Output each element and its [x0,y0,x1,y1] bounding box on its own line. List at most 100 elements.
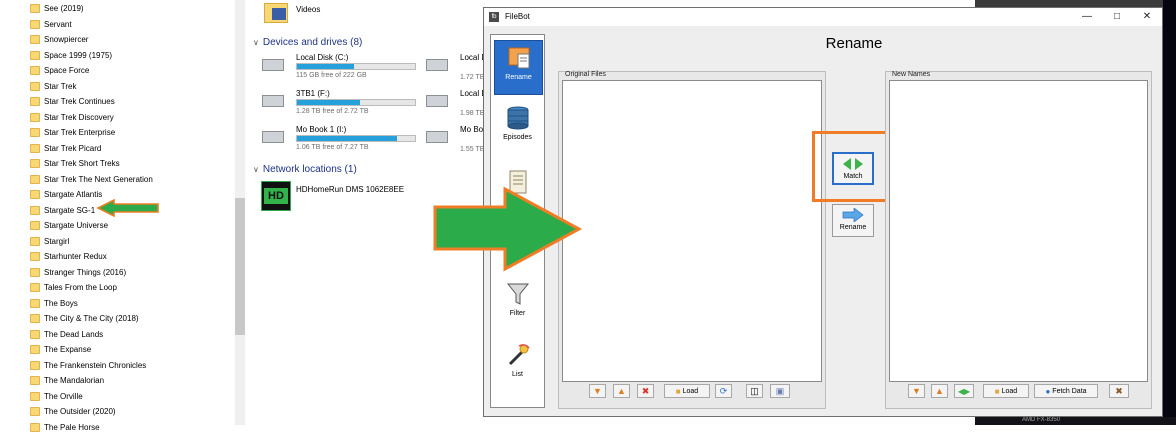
folder-list-item[interactable]: Star Trek Discovery [30,110,114,125]
move-up-button[interactable]: ▲ [931,384,948,398]
drive-item[interactable]: Local Disk (C:) 115 GB free of 222 GB [262,53,422,85]
desktop-background [975,0,1163,7]
database-icon [507,106,528,130]
folder-label: Starhunter Redux [44,252,107,261]
taskbar-strip [975,417,1176,425]
folder-label: The Dead Lands [44,329,104,339]
folder-list-item[interactable]: The Pale Horse [30,420,100,435]
match-toggle-button[interactable]: ◀▶ [954,384,974,398]
original-files-list[interactable] [562,80,822,382]
filebot-app-icon: fb [489,12,499,22]
save-button[interactable]: ▣ [770,384,790,398]
videos-folder[interactable] [264,1,290,25]
folder-list-item[interactable]: The City & The City (2018) [30,311,139,326]
folder-list-item[interactable]: Star Trek Enterprise [30,125,115,140]
folder-list-item[interactable]: The Frankenstein Chronicles [30,358,146,373]
match-label: Match [843,173,863,180]
drive-name: 3TB1 (F:) [296,89,330,98]
folder-list-item[interactable]: Snowpiercer [30,32,88,47]
folder-list-item[interactable]: Star Trek Short Treks [30,156,120,171]
refresh-button[interactable]: ⟳ [715,384,732,398]
folder-list-item[interactable]: Star Trek [30,79,76,94]
videos-folder-icon [264,3,288,23]
folder-icon [30,360,40,370]
folder-list-item[interactable]: The Expanse [30,342,91,357]
network-device-label[interactable]: HDHomeRun DMS 1062E8EE [296,185,404,194]
folder-icon [30,205,40,215]
folder-list-item[interactable]: Starhunter Redux [30,249,107,264]
maximize-button[interactable]: □ [1102,8,1132,26]
close-button[interactable]: ✕ [1132,8,1162,26]
folder-list-item[interactable]: Stranger Things (2016) [30,265,126,280]
folder-label: Star Trek Picard [44,143,102,153]
drive-item[interactable]: Mo Book 1 (I:) 1.06 TB free of 7.27 TB [262,125,422,157]
settings-button[interactable]: ✖ [1109,384,1129,398]
magic-wand-icon [508,344,530,366]
sidebar-item-list[interactable]: List [494,342,541,378]
match-button[interactable]: Match [832,152,874,185]
sidebar-label: Episodes [503,134,532,141]
folder-label: Tales From the Loop [44,283,117,292]
move-down-button[interactable]: ▼ [589,384,606,398]
clear-button[interactable]: ✖ [637,384,654,398]
sidebar-item-episodes[interactable]: Episodes [494,105,541,141]
sidebar-item-rename[interactable]: Rename [494,40,543,95]
devices-group-header[interactable]: ∨ Devices and drives (8) [253,37,362,48]
folder-list-item[interactable]: Space 1999 (1975) [30,48,112,63]
folder-icon [30,221,40,230]
folder-icon: ■ [994,386,1000,396]
folder-list-item[interactable]: Stargate Universe [30,218,108,233]
folder-list-item[interactable]: The Dead Lands [30,327,103,342]
folder-scrollbar-thumb[interactable] [235,198,245,335]
hdhomerun-icon[interactable]: HD [261,181,291,211]
taskbar-text: AMD FX-8350 [1022,417,1061,423]
title-bar[interactable]: fb FileBot — □ ✕ [484,8,1162,26]
folder-label: Star Trek Continues [44,97,115,106]
export-button[interactable]: ◫ [746,384,763,398]
folder-label: Star Trek The Next Generation [44,174,153,184]
sidebar-item-filter[interactable]: Filter [494,281,541,317]
document-icon: ◫ [750,385,759,396]
folder-label: Star Trek Short Treks [44,159,120,168]
folder-list-item[interactable]: Servant [30,17,72,32]
load-names-button[interactable]: ■ Load [983,384,1029,398]
folder-list-item[interactable]: The Outsider (2020) [30,404,116,419]
network-group-header[interactable]: ∨ Network locations (1) [253,164,357,175]
minimize-button[interactable]: — [1072,8,1102,26]
drive-col2-3[interactable]: Mo Book 1.55 TB [426,125,492,155]
drive-item[interactable]: 3TB1 (F:) 1.28 TB free of 2.72 TB [262,89,422,121]
new-names-list[interactable] [889,80,1148,382]
sidebar-label: List [512,371,523,378]
folder-icon [30,143,40,153]
folder-icon [30,66,40,75]
load-files-button[interactable]: ■ Load [664,384,710,398]
folder-list-item[interactable]: Star Trek The Next Generation [30,172,153,187]
folder-list-item[interactable]: Stargate Atlantis [30,187,102,202]
folder-list-item[interactable]: Star Trek Continues [30,94,115,109]
folder-list-item[interactable]: Star Trek Picard [30,141,101,156]
drive-usage-bar [296,135,416,142]
drive-col2-1[interactable]: Local D 1.72 TB [426,53,487,83]
rename-button[interactable]: Rename [832,204,874,237]
folder-icon: ■ [675,386,681,396]
drive-name: Local Disk (C:) [296,53,349,62]
folder-list-item[interactable]: The Orville [30,389,83,404]
folder-list-item[interactable]: Tales From the Loop [30,280,117,295]
folder-list-item[interactable]: The Mandalorian [30,373,104,388]
move-up-button[interactable]: ▲ [613,384,630,398]
folder-icon [30,19,40,29]
folder-label: The Orville [44,391,83,401]
folder-list-item[interactable]: Stargirl [30,234,69,249]
videos-label[interactable]: Videos [296,5,320,14]
drive-col2-2[interactable]: Local D 1.98 TB [426,89,487,119]
folder-label: Stargate Atlantis [44,190,103,199]
sidebar-label: Rename [505,74,532,81]
folder-list-item[interactable]: The Boys [30,296,78,311]
folder-label: The Boys [44,298,78,308]
move-down-button[interactable]: ▼ [908,384,925,398]
folder-list-item[interactable]: Stargate SG-1 [30,203,95,218]
folder-list-item[interactable]: See (2019) [30,1,84,16]
fetch-data-button[interactable]: ● Fetch Data [1034,384,1098,398]
folder-list-item[interactable]: Space Force [30,63,89,78]
folder-label: Snowpiercer [44,35,89,44]
